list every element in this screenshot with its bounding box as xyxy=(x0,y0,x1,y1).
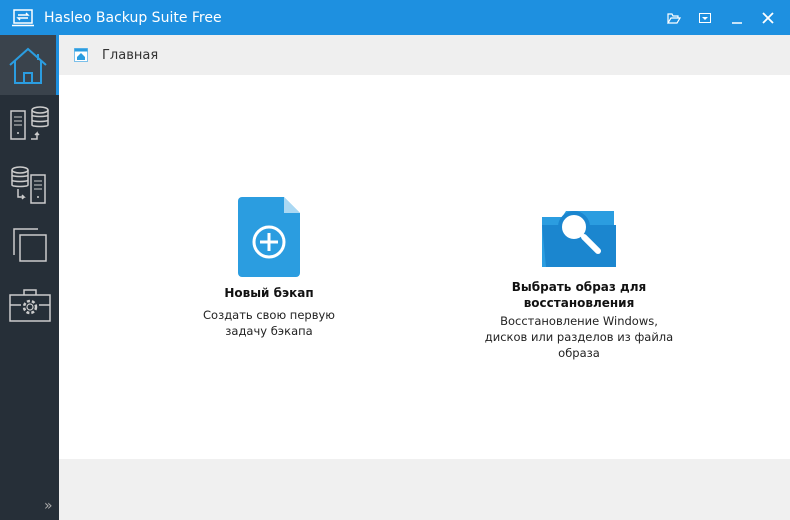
sidebar-item-tools[interactable] xyxy=(0,275,59,335)
close-button[interactable] xyxy=(758,8,778,28)
new-backup-description: Создать свою первую задачу бэкапа xyxy=(203,308,335,338)
folder-open-icon xyxy=(667,12,681,24)
sidebar-item-backup[interactable] xyxy=(0,95,59,155)
menu-button[interactable] xyxy=(695,8,715,28)
main-area: Новый бэкап Создать свою первую задачу б… xyxy=(59,75,790,459)
browse-image-card[interactable]: Выбрать образ для восстановления Восстан… xyxy=(479,203,679,361)
restore-icon xyxy=(10,166,46,204)
window-title: Hasleo Backup Suite Free xyxy=(44,9,222,26)
app-logo-icon xyxy=(12,8,34,26)
new-backup-title: Новый бэкап xyxy=(224,286,314,300)
home-icon xyxy=(9,47,47,84)
close-icon xyxy=(762,12,774,24)
sidebar-item-home[interactable] xyxy=(0,35,59,95)
breadcrumb: Главная xyxy=(59,35,790,75)
new-file-plus-icon xyxy=(238,197,300,277)
clone-icon xyxy=(12,228,47,262)
browse-image-description: Восстановление Windows, дисков или разде… xyxy=(484,314,674,360)
dropdown-menu-icon xyxy=(699,13,711,23)
sidebar-item-restore[interactable] xyxy=(0,155,59,215)
backup-icon xyxy=(9,106,49,140)
browse-image-title: Выбрать образ для восстановления xyxy=(511,280,647,310)
new-backup-card[interactable]: Новый бэкап Создать свою первую задачу б… xyxy=(169,197,369,339)
sidebar-item-clone[interactable] xyxy=(0,215,59,275)
footer xyxy=(59,459,790,520)
sidebar: » xyxy=(0,35,59,520)
title-bar: Hasleo Backup Suite Free xyxy=(0,0,790,35)
toolbox-gear-icon xyxy=(8,289,51,322)
open-folder-button[interactable] xyxy=(664,8,684,28)
expand-sidebar-button[interactable]: » xyxy=(44,498,53,514)
home-small-icon xyxy=(74,48,88,62)
breadcrumb-home[interactable]: Главная xyxy=(102,48,158,63)
minimize-icon xyxy=(732,22,742,24)
folder-search-icon xyxy=(542,211,616,267)
minimize-button[interactable] xyxy=(727,8,747,28)
